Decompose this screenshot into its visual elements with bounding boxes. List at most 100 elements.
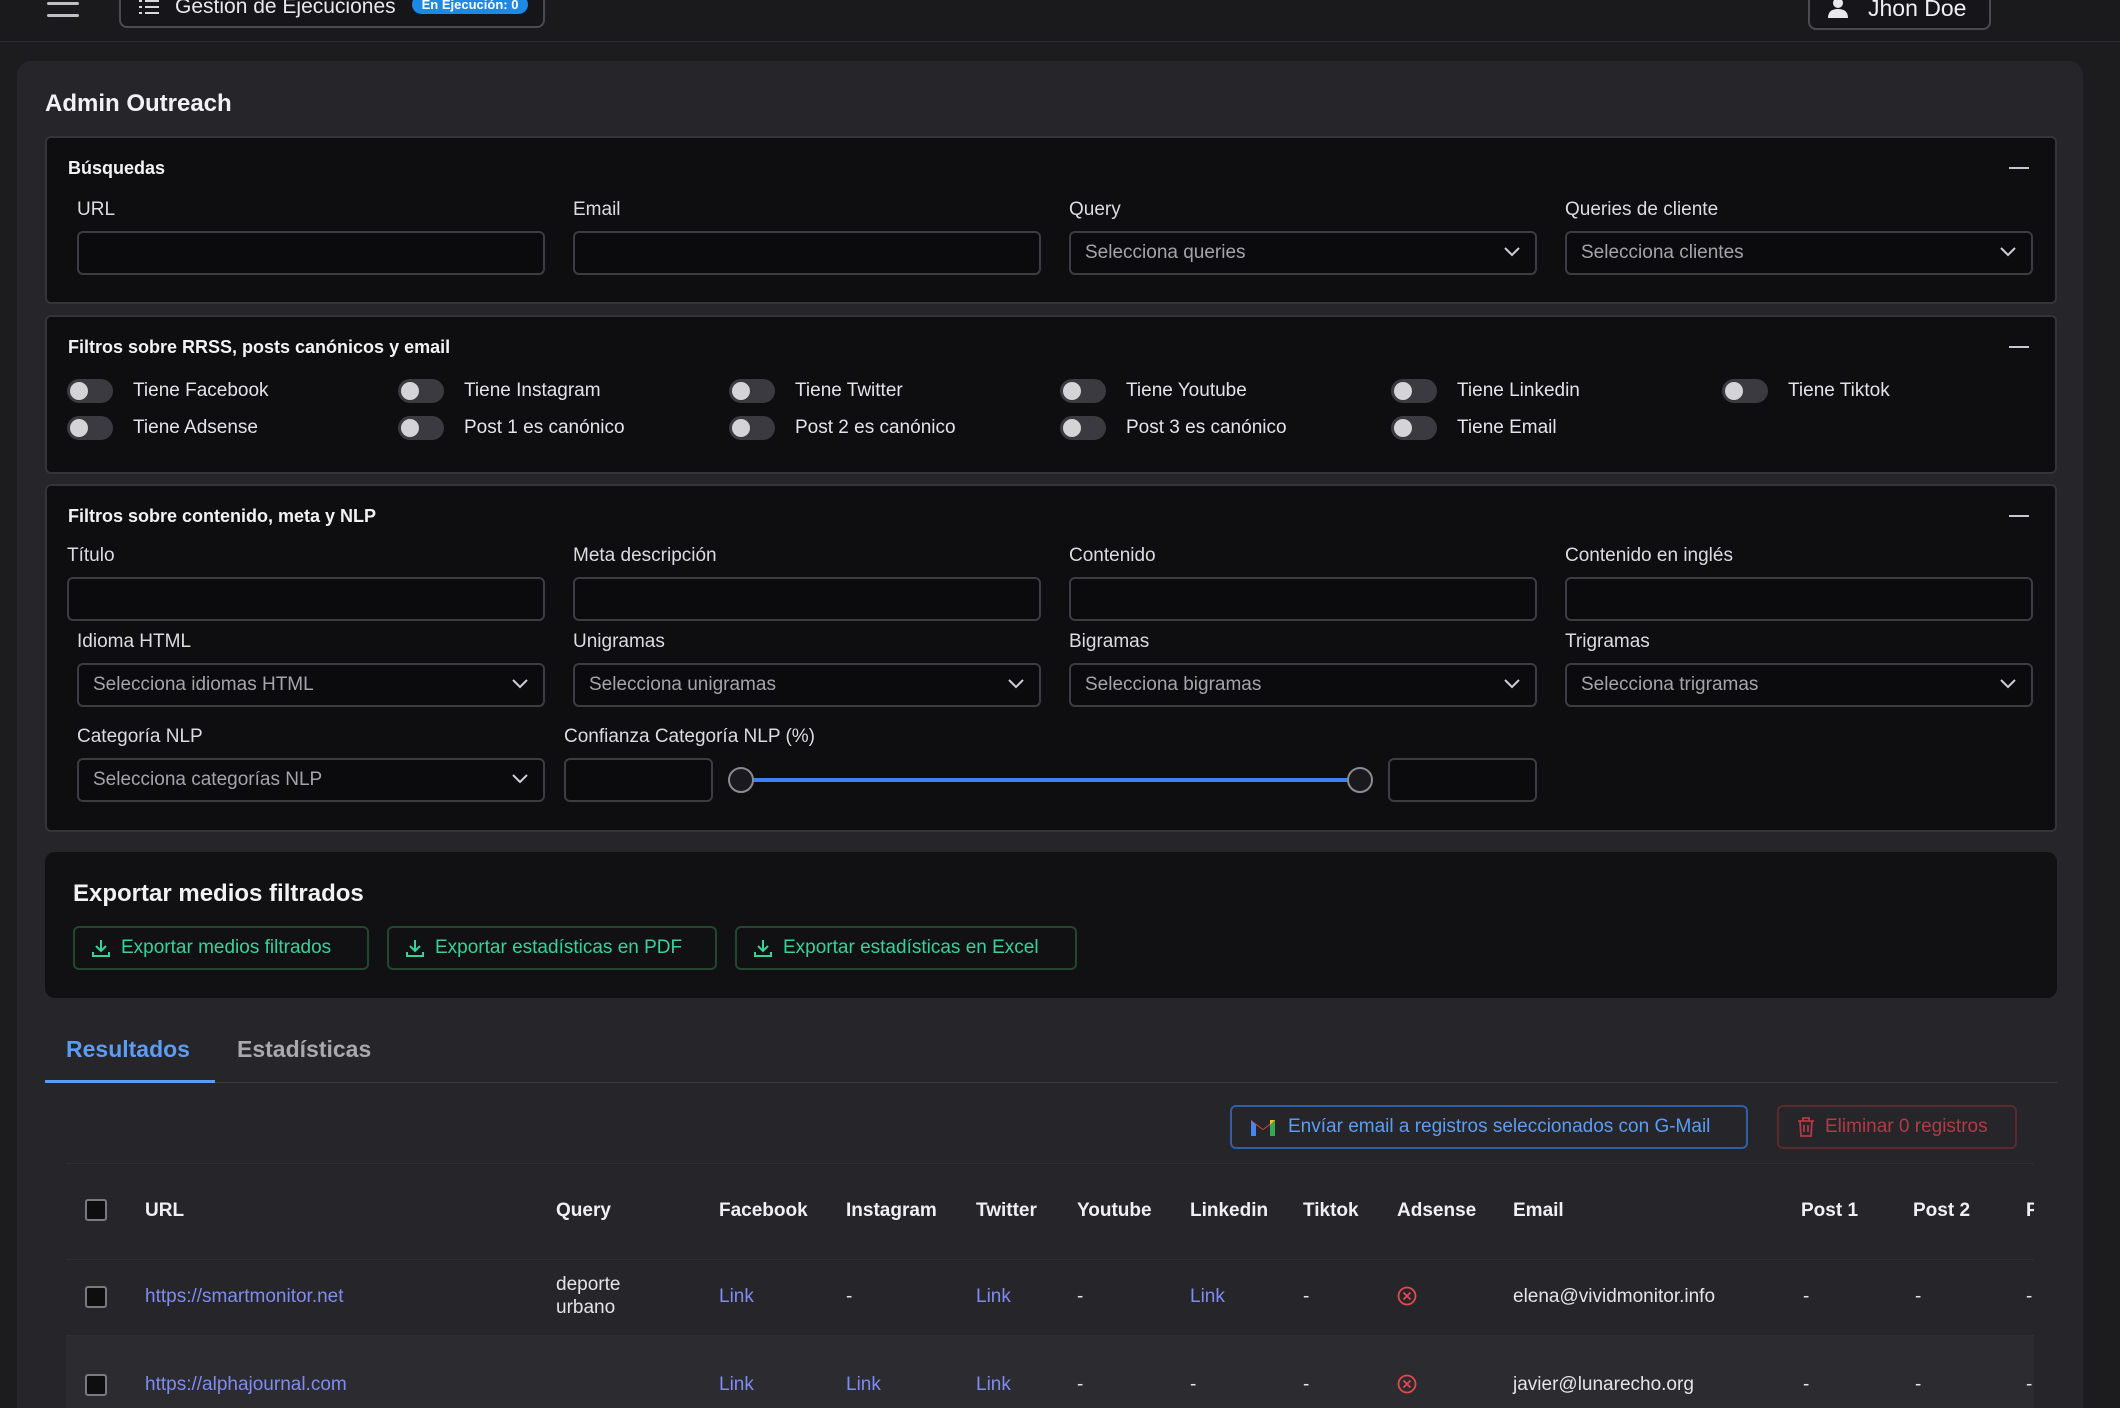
row-checkbox[interactable]: [85, 1286, 107, 1308]
categoria-placeholder: Selecciona categorías NLP: [93, 769, 323, 790]
row-url-link[interactable]: https://smartmonitor.net: [145, 1286, 344, 1308]
toggle-switch[interactable]: [67, 379, 113, 403]
executions-button[interactable]: Gestión de Ejecuciones En Ejecución: 0: [119, 0, 545, 28]
row-linkedin-link[interactable]: Link: [1190, 1286, 1225, 1308]
contenido-input[interactable]: [1069, 577, 1537, 621]
trash-icon: [1798, 1117, 1814, 1137]
collapse-icon[interactable]: [2009, 346, 2029, 348]
toggle-switch[interactable]: [1391, 379, 1437, 403]
panel-title: Filtros sobre contenido, meta y NLP: [68, 506, 377, 526]
export-excel-button[interactable]: Exportar estadísticas en Excel: [735, 926, 1077, 970]
header-twitter[interactable]: Twitter: [976, 1200, 1037, 1222]
collapse-icon[interactable]: [2009, 515, 2029, 517]
idioma-select[interactable]: Selecciona idiomas HTML: [77, 663, 545, 707]
row-post3: -: [2026, 1374, 2033, 1395]
row-facebook-link[interactable]: Link: [719, 1374, 754, 1396]
user-menu-button[interactable]: Jhon Doe: [1808, 0, 1991, 30]
clientes-select[interactable]: Selecciona clientes: [1565, 231, 2033, 275]
toggle-label: Tiene Linkedin: [1457, 380, 1580, 401]
tab-resultados[interactable]: Resultados: [66, 1036, 190, 1063]
confianza-min-input[interactable]: [564, 758, 713, 802]
header-linkedin[interactable]: Linkedin: [1190, 1200, 1268, 1222]
trigramas-select[interactable]: Selecciona trigramas: [1565, 663, 2033, 707]
row-email: elena@vividmonitor.info: [1513, 1286, 1716, 1307]
select-all-checkbox[interactable]: [85, 1199, 107, 1221]
panel-title: Filtros sobre RRSS, posts canónicos y em…: [68, 337, 451, 357]
user-icon: [1828, 0, 1848, 18]
clientes-label: Queries de cliente: [1565, 199, 1719, 220]
toggle-switch[interactable]: [398, 379, 444, 403]
toggle-switch[interactable]: [1060, 379, 1106, 403]
categoria-label: Categoría NLP: [77, 726, 203, 747]
header-post2[interactable]: Post 2: [1913, 1200, 1970, 1222]
delete-records-label: Eliminar 0 registros: [1825, 1116, 1988, 1137]
tab-estadisticas[interactable]: Estadísticas: [237, 1036, 371, 1063]
row-url-link[interactable]: https://alphajournal.com: [145, 1374, 347, 1396]
idioma-placeholder: Selecciona idiomas HTML: [93, 674, 314, 695]
row-post1: -: [1803, 1374, 1810, 1395]
url-input[interactable]: [77, 231, 545, 275]
toggle-label: Tiene Instagram: [464, 380, 601, 401]
header-facebook[interactable]: Facebook: [719, 1200, 808, 1222]
header-post1[interactable]: Post 1: [1801, 1200, 1858, 1222]
meta-label: Meta descripción: [573, 545, 717, 566]
row-facebook-link[interactable]: Link: [719, 1286, 754, 1308]
chevron-down-icon: [1504, 679, 1520, 689]
row-checkbox[interactable]: [85, 1374, 107, 1396]
confianza-max-input[interactable]: [1388, 758, 1537, 802]
confianza-slider-track[interactable]: [740, 778, 1360, 782]
toggle-switch[interactable]: [67, 416, 113, 440]
menu-icon[interactable]: [47, 0, 79, 20]
email-input[interactable]: [573, 231, 1041, 275]
contenido-en-label: Contenido en inglés: [1565, 545, 1733, 566]
row-instagram-link[interactable]: Link: [846, 1374, 881, 1396]
gmail-send-button[interactable]: Envíar email a registros seleccionados c…: [1230, 1105, 1748, 1149]
confianza-slider-min-handle[interactable]: [728, 767, 754, 793]
toggle-switch[interactable]: [1391, 416, 1437, 440]
query-select[interactable]: Selecciona queries: [1069, 231, 1537, 275]
gmail-send-label: Envíar email a registros seleccionados c…: [1288, 1116, 1711, 1137]
trigramas-placeholder: Selecciona trigramas: [1581, 674, 1759, 695]
toggle-label: Post 3 es canónico: [1126, 417, 1287, 438]
collapse-icon[interactable]: [2009, 167, 2029, 169]
contenido-en-input[interactable]: [1565, 577, 2033, 621]
toggle-switch[interactable]: [1060, 416, 1106, 440]
header-youtube[interactable]: Youtube: [1077, 1200, 1152, 1222]
categoria-select[interactable]: Selecciona categorías NLP: [77, 758, 545, 802]
export-pdf-button[interactable]: Exportar estadísticas en PDF: [387, 926, 717, 970]
delete-records-button[interactable]: Eliminar 0 registros: [1777, 1105, 2017, 1149]
toggle-switch[interactable]: [729, 416, 775, 440]
download-icon: [754, 940, 772, 957]
titulo-input[interactable]: [67, 577, 545, 621]
header-post3[interactable]: P: [2026, 1200, 2034, 1222]
header-query[interactable]: Query: [556, 1200, 611, 1222]
chevron-down-icon: [2000, 679, 2016, 689]
trigramas-label: Trigramas: [1565, 631, 1650, 652]
active-tab-indicator: [45, 1080, 215, 1083]
row-post2: -: [1915, 1286, 1922, 1307]
row-query-line1: deporte: [556, 1274, 621, 1295]
panel-title: Búsquedas: [68, 158, 166, 178]
row-post3: -: [2026, 1286, 2033, 1307]
header-tiktok[interactable]: Tiktok: [1303, 1200, 1359, 1222]
toggle-switch[interactable]: [1722, 379, 1768, 403]
meta-input[interactable]: [573, 577, 1041, 621]
toggle-label: Post 1 es canónico: [464, 417, 625, 438]
row-tiktok: -: [1303, 1374, 1310, 1395]
confianza-slider-max-handle[interactable]: [1347, 767, 1373, 793]
header-url[interactable]: URL: [145, 1200, 184, 1222]
row-twitter-link[interactable]: Link: [976, 1374, 1011, 1396]
unigramas-select[interactable]: Selecciona unigramas: [573, 663, 1041, 707]
header-adsense[interactable]: Adsense: [1397, 1200, 1476, 1222]
row-youtube: -: [1077, 1374, 1084, 1395]
toggle-label: Post 2 es canónico: [795, 417, 956, 438]
bigramas-placeholder: Selecciona bigramas: [1085, 674, 1262, 695]
toggle-switch[interactable]: [729, 379, 775, 403]
idioma-label: Idioma HTML: [77, 631, 192, 652]
row-twitter-link[interactable]: Link: [976, 1286, 1011, 1308]
toggle-switch[interactable]: [398, 416, 444, 440]
header-email[interactable]: Email: [1513, 1200, 1564, 1222]
bigramas-select[interactable]: Selecciona bigramas: [1069, 663, 1537, 707]
header-instagram[interactable]: Instagram: [846, 1200, 937, 1222]
export-medios-button[interactable]: Exportar medios filtrados: [73, 926, 369, 970]
